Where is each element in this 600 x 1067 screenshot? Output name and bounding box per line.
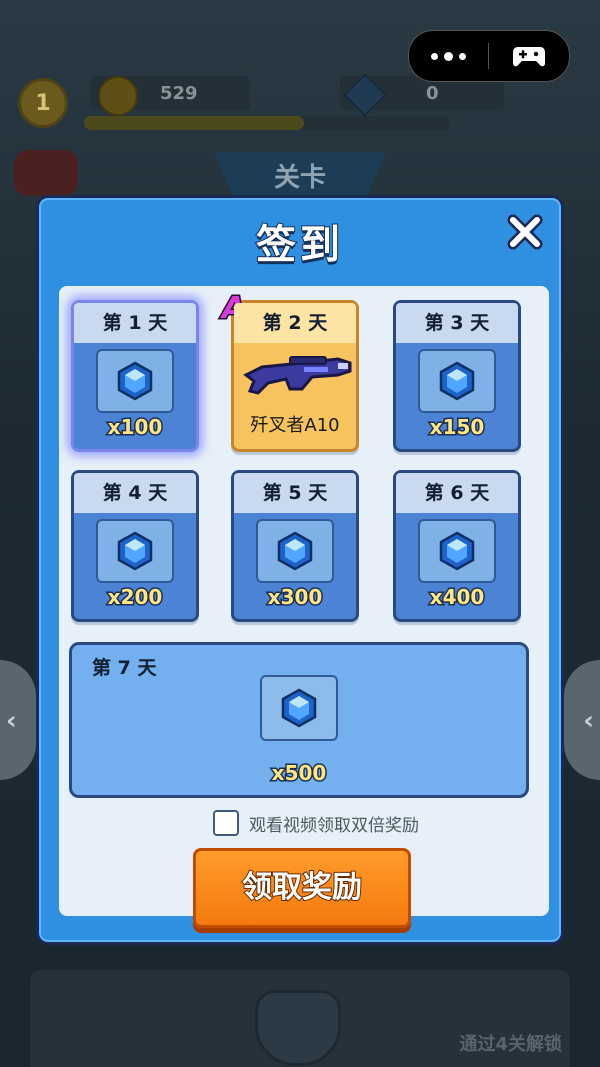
reward-amount: x150 xyxy=(428,414,486,441)
xp-bar xyxy=(84,116,450,130)
stage-tab: 关卡 xyxy=(214,152,386,200)
dot-icon xyxy=(431,52,438,60)
dot-icon xyxy=(444,51,453,61)
day-4-card[interactable]: 第 4 天 x200 xyxy=(71,470,199,622)
more-button[interactable] xyxy=(409,51,488,61)
vehicle-icon xyxy=(14,150,78,196)
chevron-left-icon: ‹ xyxy=(583,706,594,736)
double-reward-label: 观看视频领取双倍奖励 xyxy=(249,815,419,836)
gem-icon xyxy=(439,531,475,571)
player-level-badge: 1 xyxy=(18,78,68,128)
reward-slot xyxy=(418,519,496,583)
day-label: 第 5 天 xyxy=(234,473,356,513)
gem-icon xyxy=(277,531,313,571)
gem-icon xyxy=(117,361,153,401)
reward-slot xyxy=(260,675,338,741)
day-label: 第 2 天 xyxy=(234,303,356,343)
day-label: 第 6 天 xyxy=(396,473,518,513)
reward-amount: x100 xyxy=(106,414,164,441)
gem-count: 0 xyxy=(426,82,439,104)
shield-icon xyxy=(255,990,341,1066)
reward-amount: x500 xyxy=(270,760,328,787)
prev-arrow-button[interactable]: ‹ xyxy=(0,660,36,780)
close-icon xyxy=(507,214,543,250)
signin-modal: 签到 第 1 天 x100 A 第 2 天 歼叉者A10 xyxy=(36,195,564,945)
day-7-card[interactable]: 第 7 天 x500 xyxy=(69,642,529,798)
dot-icon xyxy=(459,52,466,60)
gem-icon xyxy=(439,361,475,401)
gamepad-button[interactable] xyxy=(489,44,569,68)
reward-slot xyxy=(96,349,174,413)
day-5-card[interactable]: 第 5 天 x300 xyxy=(231,470,359,622)
coin-count: 529 xyxy=(160,82,198,104)
day-3-card[interactable]: 第 3 天 x150 xyxy=(393,300,521,452)
claim-reward-button[interactable]: 领取奖励 xyxy=(193,848,411,928)
capsule-menu xyxy=(408,30,570,82)
next-arrow-button[interactable]: ‹ xyxy=(564,660,600,780)
reward-amount: x200 xyxy=(106,584,164,611)
reward-slot xyxy=(418,349,496,413)
double-reward-option[interactable]: 观看视频领取双倍奖励 xyxy=(213,810,419,836)
modal-title: 签到 xyxy=(255,221,344,269)
close-button[interactable] xyxy=(505,212,545,252)
reward-slot xyxy=(256,519,334,583)
chevron-left-icon: ‹ xyxy=(6,706,17,736)
day-label: 第 3 天 xyxy=(396,303,518,343)
day-2-card[interactable]: A 第 2 天 歼叉者A10 xyxy=(220,290,359,452)
double-reward-checkbox[interactable] xyxy=(213,810,239,836)
reward-slot xyxy=(96,519,174,583)
reward-amount: x400 xyxy=(428,584,486,611)
day-label: 第 1 天 xyxy=(74,303,196,343)
reward-grid: 第 1 天 x100 A 第 2 天 歼叉者A10 第 3 天 x150 xyxy=(59,286,549,928)
day-label: 第 4 天 xyxy=(74,473,196,513)
unlock-hint: 通过4关解锁 xyxy=(459,1034,562,1055)
gamepad-icon xyxy=(513,47,545,67)
gem-icon xyxy=(117,531,153,571)
day-6-card[interactable]: 第 6 天 x400 xyxy=(393,470,521,622)
reward-item-name: 歼叉者A10 xyxy=(250,415,340,436)
day-label: 第 7 天 xyxy=(92,657,157,679)
gem-icon xyxy=(281,688,317,728)
coin-icon xyxy=(98,76,138,116)
day-1-card[interactable]: 第 1 天 x100 xyxy=(71,300,199,452)
reward-amount: x300 xyxy=(266,584,324,611)
rifle-icon xyxy=(243,356,352,395)
